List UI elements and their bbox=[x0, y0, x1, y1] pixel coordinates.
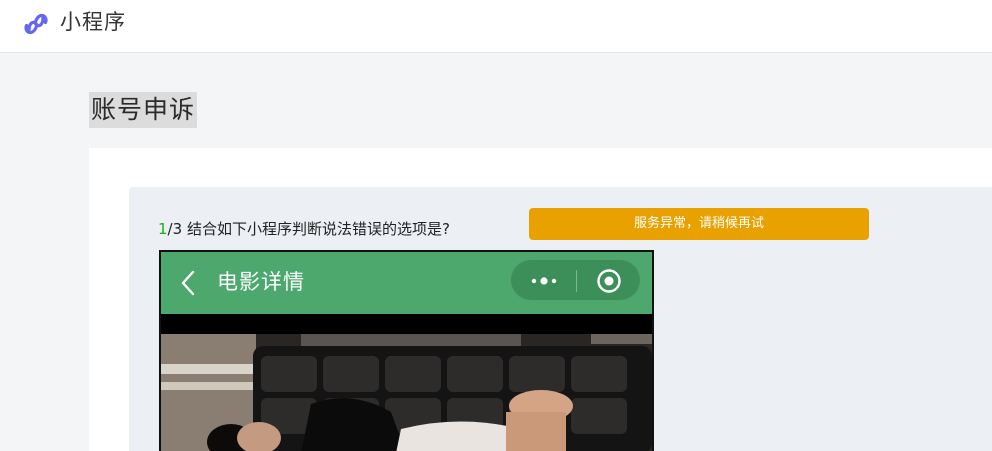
app-name[interactable]: 小程序 bbox=[60, 8, 126, 36]
question-current-index: 1 bbox=[158, 220, 168, 238]
question-total: /3 bbox=[167, 220, 183, 238]
phone-preview: 电影详情 bbox=[159, 250, 654, 451]
page-title: 账号申诉 bbox=[89, 92, 198, 128]
capsule-divider bbox=[576, 270, 577, 292]
phone-page-title: 电影详情 bbox=[217, 270, 305, 294]
capsule-menu bbox=[510, 259, 641, 301]
video-frame-image bbox=[161, 334, 652, 451]
question-prompt: 结合如下小程序判断说法错误的选项是? bbox=[186, 220, 450, 238]
target-close-icon bbox=[597, 269, 621, 293]
error-toast: 服务异常，请稍候再试 bbox=[529, 208, 869, 240]
video-frame-illustration bbox=[161, 334, 652, 451]
phone-nav-bar: 电影详情 bbox=[161, 252, 652, 314]
more-dots-icon bbox=[531, 277, 557, 285]
top-bar: 小程序 bbox=[0, 0, 992, 53]
question-text: 1/3 结合如下小程序判断说法错误的选项是? bbox=[158, 218, 450, 240]
chevron-left-icon bbox=[181, 270, 195, 296]
mini-program-logo-icon[interactable] bbox=[20, 8, 52, 40]
